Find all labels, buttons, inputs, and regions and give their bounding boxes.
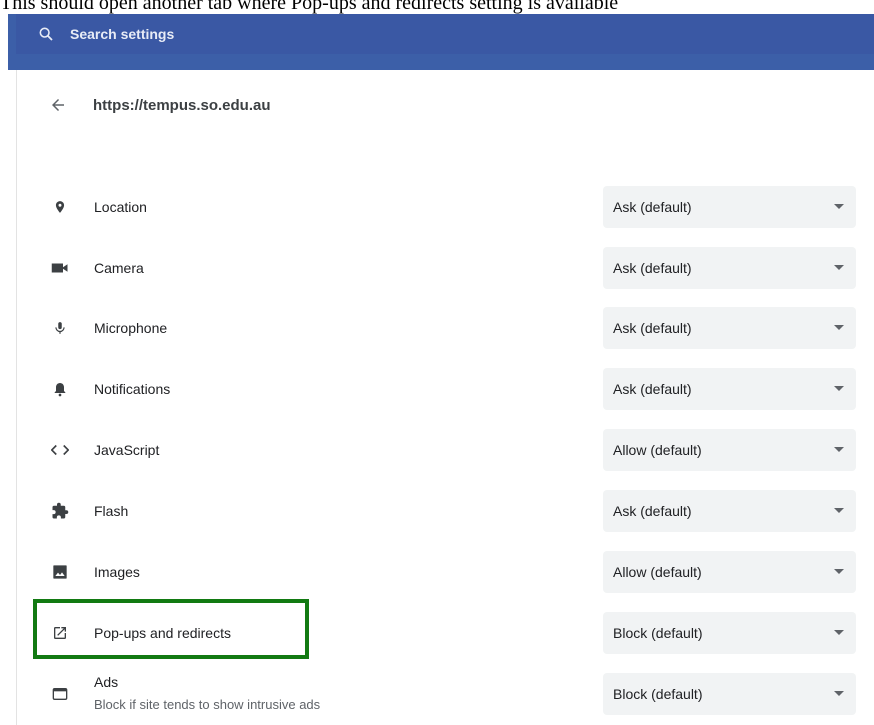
permission-label: Location (94, 199, 147, 215)
select-value: Allow (default) (613, 442, 702, 458)
notifications-select[interactable]: Ask (default) (603, 368, 856, 410)
code-icon (50, 440, 70, 460)
popups-select[interactable]: Block (default) (603, 612, 856, 654)
microphone-icon (50, 318, 70, 338)
ads-window-icon (50, 684, 70, 704)
microphone-select[interactable]: Ask (default) (603, 307, 856, 349)
chevron-down-icon (834, 325, 844, 330)
permission-row-javascript: JavaScript Allow (default) (17, 429, 874, 471)
popups-highlight-box (33, 599, 309, 659)
select-value: Block (default) (613, 625, 703, 641)
select-value: Ask (default) (613, 381, 692, 397)
permission-row-images: Images Allow (default) (17, 551, 874, 593)
chevron-down-icon (834, 265, 844, 270)
select-value: Block (default) (613, 686, 703, 702)
permission-row-notifications: Notifications Ask (default) (17, 368, 874, 410)
permission-row-camera: Camera Ask (default) (17, 247, 874, 289)
bell-icon (50, 379, 70, 399)
permission-sublabel: Block if site tends to show intrusive ad… (94, 697, 321, 712)
permission-label: Microphone (94, 320, 168, 336)
search-icon (39, 27, 53, 41)
location-select[interactable]: Ask (default) (603, 186, 856, 228)
camera-icon (50, 258, 70, 278)
select-value: Ask (default) (613, 199, 692, 215)
select-value: Ask (default) (613, 260, 692, 276)
permission-row-microphone: Microphone Ask (default) (17, 307, 874, 349)
search-bar[interactable]: Search settings (16, 14, 874, 54)
permission-label: Flash (94, 503, 129, 519)
back-arrow-icon[interactable] (49, 96, 67, 114)
chevron-down-icon (834, 630, 844, 635)
chevron-down-icon (834, 508, 844, 513)
chevron-down-icon (834, 386, 844, 391)
select-value: Ask (default) (613, 503, 692, 519)
location-pin-icon (50, 197, 70, 217)
permission-label: Images (94, 564, 140, 580)
image-icon (50, 562, 70, 582)
puzzle-piece-icon (50, 501, 70, 521)
permission-label: Notifications (94, 381, 171, 397)
camera-select[interactable]: Ask (default) (603, 247, 856, 289)
permission-label: JavaScript (94, 442, 160, 458)
site-header: https://tempus.so.edu.au (17, 90, 867, 120)
permission-row-location: Location Ask (default) (17, 186, 874, 228)
instruction-caption: This should open another tab where Pop-u… (0, 0, 619, 14)
ads-select[interactable]: Block (default) (603, 673, 856, 715)
chevron-down-icon (834, 569, 844, 574)
settings-header: Search settings (8, 14, 874, 70)
chevron-down-icon (834, 691, 844, 696)
permission-label: Ads (94, 674, 119, 690)
site-url: https://tempus.so.edu.au (93, 96, 271, 114)
chevron-down-icon (834, 204, 844, 209)
select-value: Allow (default) (613, 564, 702, 580)
permission-label: Camera (94, 260, 144, 276)
images-select[interactable]: Allow (default) (603, 551, 856, 593)
flash-select[interactable]: Ask (default) (603, 490, 856, 532)
javascript-select[interactable]: Allow (default) (603, 429, 856, 471)
chevron-down-icon (834, 447, 844, 452)
permission-row-flash: Flash Ask (default) (17, 490, 874, 532)
permission-row-ads: Ads Block if site tends to show intrusiv… (17, 673, 874, 715)
search-input[interactable]: Search settings (70, 26, 174, 42)
select-value: Ask (default) (613, 320, 692, 336)
